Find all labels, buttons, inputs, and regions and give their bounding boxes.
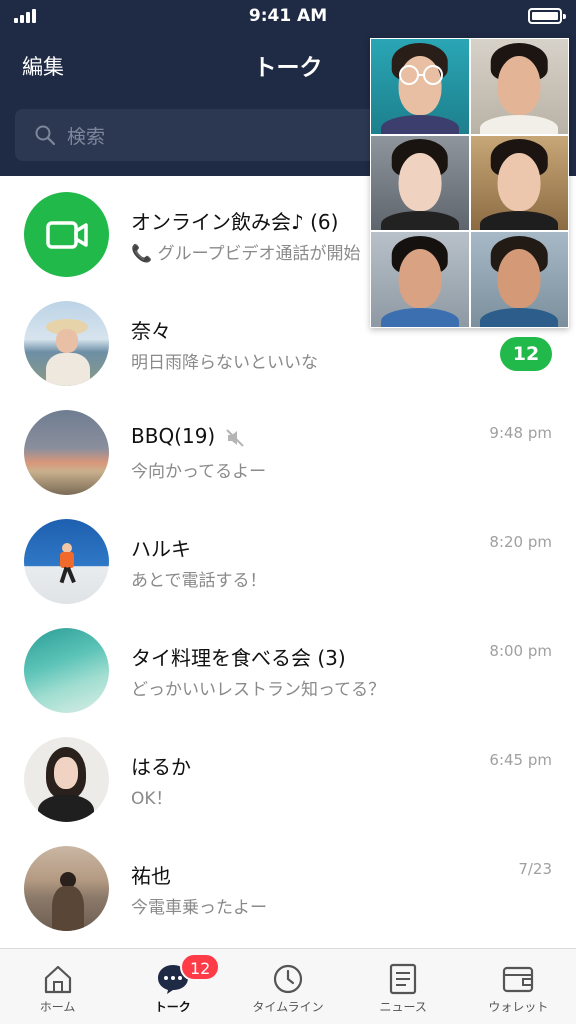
chat-name-text: BBQ(19) — [131, 424, 216, 448]
chat-row[interactable]: はるか OK！ 6:45 pm — [0, 721, 576, 830]
search-icon — [35, 125, 55, 145]
tab-timeline[interactable]: タイムライン — [230, 949, 345, 1024]
chat-row[interactable]: ハルキ あとで電話する！ 8:20 pm — [0, 503, 576, 612]
chat-timestamp: 8:20 pm — [489, 533, 552, 551]
home-icon — [44, 965, 71, 994]
avatar — [24, 519, 109, 604]
chat-name: タイ料理を食べる会 (3) — [131, 646, 346, 670]
chat-row[interactable]: BBQ(19) 今向かってるよー 9:48 pm — [0, 394, 576, 503]
avatar — [24, 846, 109, 931]
tab-label: タイムライン — [252, 1000, 324, 1014]
unread-count-badge: 12 — [500, 337, 552, 371]
wallet-icon — [503, 966, 534, 993]
clock-icon — [273, 964, 303, 994]
avatar — [24, 737, 109, 822]
tab-unread-badge: 12 — [180, 953, 221, 981]
chat-last-message: 明日雨降らないといいな — [131, 353, 318, 373]
news-icon — [390, 963, 417, 995]
chat-timestamp: 9:48 pm — [489, 424, 552, 442]
tab-label: ニュース — [379, 1000, 427, 1014]
chat-timestamp: 8:00 pm — [489, 642, 552, 660]
video-participant-tile — [470, 232, 568, 327]
chat-timestamp: 7/23 — [518, 860, 552, 878]
search-placeholder: 検索 — [67, 126, 106, 148]
chat-timestamp: 6:45 pm — [489, 751, 552, 769]
chat-name: はるか — [131, 755, 191, 779]
avatar — [24, 301, 109, 386]
tab-news[interactable]: ニュース — [346, 949, 461, 1024]
chat-name: 祐也 — [131, 864, 171, 888]
bottom-tab-bar: ホーム トーク タイムライン ニュース ウォレット — [0, 948, 576, 1024]
chat-last-message: あとで電話する！ — [131, 571, 267, 591]
chat-last-message: 今向かってるよー — [131, 462, 267, 482]
status-bar: 9:41 AM — [0, 0, 576, 34]
battery-icon — [528, 8, 566, 24]
video-camera-icon — [46, 221, 88, 249]
mute-icon — [226, 428, 244, 447]
tab-home[interactable]: ホーム — [0, 949, 115, 1024]
chat-last-message: 📞 グループビデオ通話が開始 — [131, 244, 361, 264]
chat-name: ハルキ — [131, 537, 191, 561]
status-time: 9:41 AM — [248, 6, 328, 26]
chat-last-message: どっかいいレストラン知ってる？ — [131, 680, 386, 700]
video-participant-tile — [371, 135, 469, 231]
chat-last-message: OK！ — [131, 789, 173, 809]
video-participant-tile — [470, 135, 568, 231]
tab-wallet[interactable]: ウォレット — [461, 949, 576, 1024]
chat-row[interactable]: タイ料理を食べる会 (3) どっかいいレストラン知ってる？ 8:00 pm — [0, 612, 576, 721]
avatar — [24, 628, 109, 713]
tab-label: トーク — [154, 1000, 191, 1014]
chat-name: オンライン飲み会♪ (6) — [131, 210, 339, 234]
tab-label: ウォレット — [488, 1000, 549, 1014]
tab-label: ホーム — [39, 1000, 76, 1014]
video-participant-tile — [371, 232, 469, 327]
chat-last-message: 今電車乗ったよー — [131, 898, 267, 918]
video-participant-tile — [470, 39, 568, 134]
chat-name: BBQ(19) — [131, 424, 245, 448]
avatar — [24, 192, 109, 277]
chat-name: 奈々 — [131, 319, 171, 343]
video-participant-tile — [371, 39, 469, 134]
chat-row[interactable]: 祐也 今電車乗ったよー 7/23 — [0, 830, 576, 939]
video-call-window[interactable] — [370, 38, 569, 328]
avatar — [24, 410, 109, 495]
